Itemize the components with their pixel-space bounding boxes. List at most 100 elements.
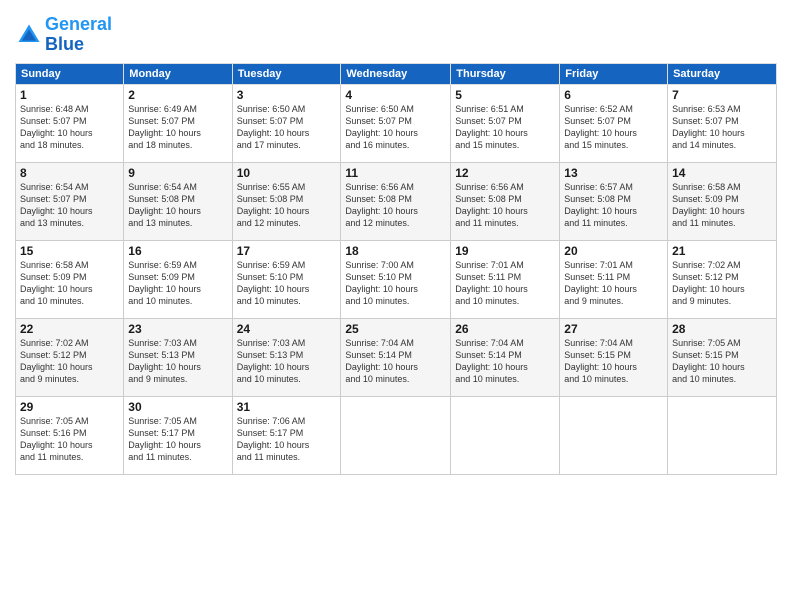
day-number: 5 xyxy=(455,88,555,102)
day-detail: Sunrise: 7:01 AM Sunset: 5:11 PM Dayligh… xyxy=(564,259,663,308)
day-detail: Sunrise: 7:04 AM Sunset: 5:14 PM Dayligh… xyxy=(345,337,446,386)
calendar-cell: 26Sunrise: 7:04 AM Sunset: 5:14 PM Dayli… xyxy=(451,318,560,396)
calendar-cell: 5Sunrise: 6:51 AM Sunset: 5:07 PM Daylig… xyxy=(451,84,560,162)
day-number: 28 xyxy=(672,322,772,336)
calendar-cell: 27Sunrise: 7:04 AM Sunset: 5:15 PM Dayli… xyxy=(560,318,668,396)
day-number: 30 xyxy=(128,400,227,414)
logo: General Blue xyxy=(15,15,112,55)
calendar-cell xyxy=(341,396,451,474)
day-detail: Sunrise: 6:56 AM Sunset: 5:08 PM Dayligh… xyxy=(455,181,555,230)
day-detail: Sunrise: 6:48 AM Sunset: 5:07 PM Dayligh… xyxy=(20,103,119,152)
day-number: 31 xyxy=(237,400,337,414)
day-detail: Sunrise: 7:05 AM Sunset: 5:17 PM Dayligh… xyxy=(128,415,227,464)
calendar: SundayMondayTuesdayWednesdayThursdayFrid… xyxy=(15,63,777,475)
calendar-cell: 15Sunrise: 6:58 AM Sunset: 5:09 PM Dayli… xyxy=(16,240,124,318)
calendar-header-friday: Friday xyxy=(560,63,668,84)
day-detail: Sunrise: 6:54 AM Sunset: 5:08 PM Dayligh… xyxy=(128,181,227,230)
day-detail: Sunrise: 7:05 AM Sunset: 5:16 PM Dayligh… xyxy=(20,415,119,464)
day-number: 3 xyxy=(237,88,337,102)
day-detail: Sunrise: 7:05 AM Sunset: 5:15 PM Dayligh… xyxy=(672,337,772,386)
day-number: 20 xyxy=(564,244,663,258)
calendar-cell: 2Sunrise: 6:49 AM Sunset: 5:07 PM Daylig… xyxy=(124,84,232,162)
day-number: 16 xyxy=(128,244,227,258)
day-number: 10 xyxy=(237,166,337,180)
calendar-cell: 22Sunrise: 7:02 AM Sunset: 5:12 PM Dayli… xyxy=(16,318,124,396)
calendar-cell: 8Sunrise: 6:54 AM Sunset: 5:07 PM Daylig… xyxy=(16,162,124,240)
day-number: 6 xyxy=(564,88,663,102)
header: General Blue xyxy=(15,10,777,55)
calendar-header-thursday: Thursday xyxy=(451,63,560,84)
calendar-week-4: 22Sunrise: 7:02 AM Sunset: 5:12 PM Dayli… xyxy=(16,318,777,396)
calendar-cell: 12Sunrise: 6:56 AM Sunset: 5:08 PM Dayli… xyxy=(451,162,560,240)
day-detail: Sunrise: 6:59 AM Sunset: 5:10 PM Dayligh… xyxy=(237,259,337,308)
day-detail: Sunrise: 6:52 AM Sunset: 5:07 PM Dayligh… xyxy=(564,103,663,152)
logo-text: General Blue xyxy=(45,15,112,55)
day-detail: Sunrise: 6:50 AM Sunset: 5:07 PM Dayligh… xyxy=(237,103,337,152)
day-number: 14 xyxy=(672,166,772,180)
calendar-cell: 14Sunrise: 6:58 AM Sunset: 5:09 PM Dayli… xyxy=(668,162,777,240)
calendar-cell: 4Sunrise: 6:50 AM Sunset: 5:07 PM Daylig… xyxy=(341,84,451,162)
calendar-header-monday: Monday xyxy=(124,63,232,84)
calendar-header-wednesday: Wednesday xyxy=(341,63,451,84)
day-detail: Sunrise: 6:51 AM Sunset: 5:07 PM Dayligh… xyxy=(455,103,555,152)
day-number: 19 xyxy=(455,244,555,258)
day-detail: Sunrise: 6:58 AM Sunset: 5:09 PM Dayligh… xyxy=(672,181,772,230)
day-detail: Sunrise: 6:58 AM Sunset: 5:09 PM Dayligh… xyxy=(20,259,119,308)
day-detail: Sunrise: 6:54 AM Sunset: 5:07 PM Dayligh… xyxy=(20,181,119,230)
day-number: 24 xyxy=(237,322,337,336)
day-number: 17 xyxy=(237,244,337,258)
day-number: 29 xyxy=(20,400,119,414)
calendar-cell: 18Sunrise: 7:00 AM Sunset: 5:10 PM Dayli… xyxy=(341,240,451,318)
calendar-cell: 13Sunrise: 6:57 AM Sunset: 5:08 PM Dayli… xyxy=(560,162,668,240)
calendar-cell: 3Sunrise: 6:50 AM Sunset: 5:07 PM Daylig… xyxy=(232,84,341,162)
calendar-cell: 6Sunrise: 6:52 AM Sunset: 5:07 PM Daylig… xyxy=(560,84,668,162)
calendar-header-saturday: Saturday xyxy=(668,63,777,84)
day-number: 1 xyxy=(20,88,119,102)
day-detail: Sunrise: 6:50 AM Sunset: 5:07 PM Dayligh… xyxy=(345,103,446,152)
day-number: 7 xyxy=(672,88,772,102)
day-detail: Sunrise: 7:04 AM Sunset: 5:15 PM Dayligh… xyxy=(564,337,663,386)
day-number: 4 xyxy=(345,88,446,102)
calendar-cell: 10Sunrise: 6:55 AM Sunset: 5:08 PM Dayli… xyxy=(232,162,341,240)
calendar-cell: 7Sunrise: 6:53 AM Sunset: 5:07 PM Daylig… xyxy=(668,84,777,162)
day-detail: Sunrise: 6:49 AM Sunset: 5:07 PM Dayligh… xyxy=(128,103,227,152)
day-detail: Sunrise: 7:04 AM Sunset: 5:14 PM Dayligh… xyxy=(455,337,555,386)
day-number: 23 xyxy=(128,322,227,336)
day-detail: Sunrise: 6:57 AM Sunset: 5:08 PM Dayligh… xyxy=(564,181,663,230)
day-detail: Sunrise: 6:55 AM Sunset: 5:08 PM Dayligh… xyxy=(237,181,337,230)
day-number: 22 xyxy=(20,322,119,336)
calendar-header-sunday: Sunday xyxy=(16,63,124,84)
day-detail: Sunrise: 7:03 AM Sunset: 5:13 PM Dayligh… xyxy=(128,337,227,386)
calendar-cell xyxy=(668,396,777,474)
day-number: 25 xyxy=(345,322,446,336)
calendar-week-1: 1Sunrise: 6:48 AM Sunset: 5:07 PM Daylig… xyxy=(16,84,777,162)
calendar-cell: 16Sunrise: 6:59 AM Sunset: 5:09 PM Dayli… xyxy=(124,240,232,318)
calendar-cell: 19Sunrise: 7:01 AM Sunset: 5:11 PM Dayli… xyxy=(451,240,560,318)
day-number: 18 xyxy=(345,244,446,258)
calendar-cell: 30Sunrise: 7:05 AM Sunset: 5:17 PM Dayli… xyxy=(124,396,232,474)
calendar-cell: 28Sunrise: 7:05 AM Sunset: 5:15 PM Dayli… xyxy=(668,318,777,396)
day-detail: Sunrise: 6:56 AM Sunset: 5:08 PM Dayligh… xyxy=(345,181,446,230)
calendar-week-5: 29Sunrise: 7:05 AM Sunset: 5:16 PM Dayli… xyxy=(16,396,777,474)
day-number: 13 xyxy=(564,166,663,180)
calendar-cell: 17Sunrise: 6:59 AM Sunset: 5:10 PM Dayli… xyxy=(232,240,341,318)
day-detail: Sunrise: 7:03 AM Sunset: 5:13 PM Dayligh… xyxy=(237,337,337,386)
day-number: 2 xyxy=(128,88,227,102)
calendar-cell: 21Sunrise: 7:02 AM Sunset: 5:12 PM Dayli… xyxy=(668,240,777,318)
day-detail: Sunrise: 7:06 AM Sunset: 5:17 PM Dayligh… xyxy=(237,415,337,464)
day-number: 12 xyxy=(455,166,555,180)
calendar-cell: 25Sunrise: 7:04 AM Sunset: 5:14 PM Dayli… xyxy=(341,318,451,396)
day-number: 21 xyxy=(672,244,772,258)
day-number: 8 xyxy=(20,166,119,180)
day-detail: Sunrise: 7:02 AM Sunset: 5:12 PM Dayligh… xyxy=(20,337,119,386)
calendar-cell xyxy=(560,396,668,474)
calendar-cell: 24Sunrise: 7:03 AM Sunset: 5:13 PM Dayli… xyxy=(232,318,341,396)
calendar-week-3: 15Sunrise: 6:58 AM Sunset: 5:09 PM Dayli… xyxy=(16,240,777,318)
calendar-cell: 20Sunrise: 7:01 AM Sunset: 5:11 PM Dayli… xyxy=(560,240,668,318)
day-detail: Sunrise: 7:02 AM Sunset: 5:12 PM Dayligh… xyxy=(672,259,772,308)
day-number: 11 xyxy=(345,166,446,180)
day-number: 15 xyxy=(20,244,119,258)
calendar-cell: 1Sunrise: 6:48 AM Sunset: 5:07 PM Daylig… xyxy=(16,84,124,162)
calendar-cell: 11Sunrise: 6:56 AM Sunset: 5:08 PM Dayli… xyxy=(341,162,451,240)
calendar-header-tuesday: Tuesday xyxy=(232,63,341,84)
